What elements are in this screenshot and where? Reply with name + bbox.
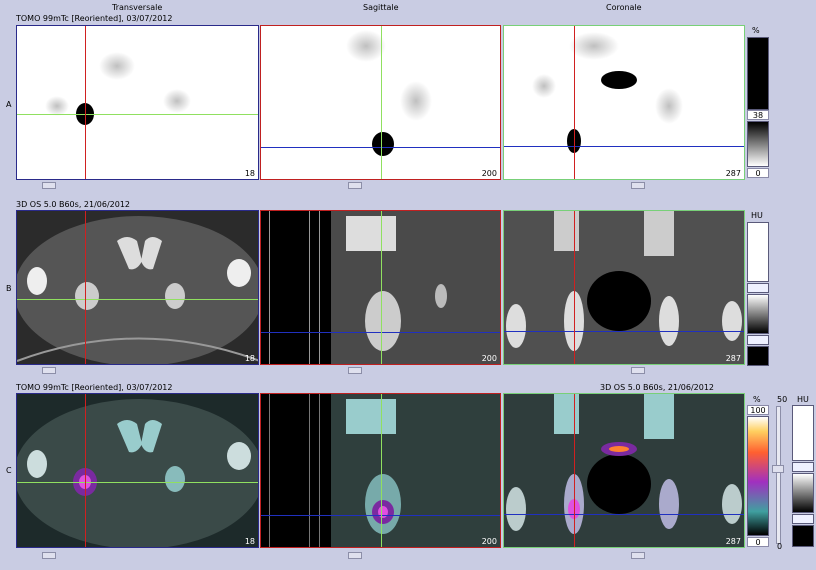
fusion-scale-min[interactable]: 0 — [747, 537, 769, 547]
pet-grayscale-bar[interactable] — [747, 121, 769, 167]
row-b-label: B — [6, 284, 12, 293]
row-a-caption: TOMO 99mTc [Reoriented], 03/07/2012 — [16, 14, 173, 23]
ct-transversal-image — [17, 216, 258, 364]
pet-scale-upper — [747, 37, 769, 110]
crosshair-vertical — [381, 211, 382, 364]
ct-sagittal-view[interactable]: 200 — [260, 210, 501, 365]
fusion-blend-value: 50 — [777, 395, 788, 404]
slice-number: 18 — [244, 169, 255, 178]
fusion-coronal-view[interactable]: 287 — [503, 393, 745, 548]
slice-slider-sagittal[interactable] — [348, 367, 362, 374]
fusion-blend-min: 0 — [777, 542, 783, 551]
fusion-transversal-view[interactable]: 18 — [16, 393, 259, 548]
slice-slider-sagittal[interactable] — [348, 552, 362, 559]
pet-transversal-view[interactable]: 18 — [16, 25, 259, 180]
ct-coronal-view[interactable]: 287 — [503, 210, 745, 365]
row-c-caption-right: 3D OS 5.0 B60s, 21/06/2012 — [600, 383, 715, 392]
ct-scale-unit: HU — [751, 211, 763, 220]
fusion-ct-scale-upper — [792, 405, 814, 461]
crosshair-horizontal — [17, 114, 258, 115]
slice-number: 287 — [725, 169, 741, 178]
crosshair-horizontal — [17, 482, 258, 483]
fusion-ct-window-top[interactable] — [792, 462, 814, 472]
crosshair-horizontal — [504, 146, 744, 147]
slice-slider-transversal[interactable] — [42, 182, 56, 189]
fusion-hu-unit: HU — [797, 395, 809, 404]
ct-window-bottom[interactable] — [747, 335, 769, 345]
slice-slider-coronal[interactable] — [631, 552, 645, 559]
fusion-transversal-image — [17, 399, 258, 547]
fusion-sagittal-view[interactable]: 200 — [260, 393, 501, 548]
slice-slider-coronal[interactable] — [631, 367, 645, 374]
fusion-blend-slider[interactable] — [772, 465, 784, 473]
view-title-sagittal: Sagittale — [363, 3, 399, 12]
crosshair-vertical — [381, 394, 382, 547]
fusion-ct-grayscale-bar[interactable] — [792, 473, 814, 513]
crosshair-vertical — [85, 26, 86, 179]
fusion-ct-window-bottom[interactable] — [792, 514, 814, 524]
pet-sagittal-view[interactable]: 200 — [260, 25, 501, 180]
ct-coronal-image — [504, 211, 744, 364]
pet-scale-max[interactable]: 38 — [747, 110, 769, 120]
view-title-transversal: Transversale — [112, 3, 163, 12]
crosshair-vertical — [85, 211, 86, 364]
crosshair-horizontal — [504, 514, 744, 515]
ct-scale-upper — [747, 222, 769, 282]
crosshair-horizontal — [504, 331, 744, 332]
fusion-color-bar[interactable] — [747, 416, 769, 536]
slice-slider-coronal[interactable] — [631, 182, 645, 189]
row-c-caption-left: TOMO 99mTc [Reoriented], 03/07/2012 — [16, 383, 173, 392]
slice-number: 200 — [481, 537, 497, 546]
slice-number: 287 — [725, 537, 741, 546]
slice-number: 18 — [244, 537, 255, 546]
pet-scale-min[interactable]: 0 — [747, 168, 769, 178]
crosshair-vertical — [574, 211, 575, 364]
ct-grayscale-bar[interactable] — [747, 294, 769, 334]
view-title-coronal: Coronale — [606, 3, 642, 12]
fusion-scale-max[interactable]: 100 — [747, 405, 769, 415]
pet-transversal-image — [45, 52, 191, 125]
slice-slider-sagittal[interactable] — [348, 182, 362, 189]
ct-window-top[interactable] — [747, 283, 769, 293]
fusion-coronal-image — [504, 394, 744, 547]
pet-scale-unit: % — [752, 26, 760, 35]
slice-number: 200 — [481, 169, 497, 178]
slice-slider-transversal[interactable] — [42, 367, 56, 374]
row-c-label: C — [6, 466, 12, 475]
pet-coronal-image — [532, 32, 683, 153]
slice-number: 287 — [725, 354, 741, 363]
fusion-ct-scale-lower — [792, 525, 814, 547]
slice-number: 18 — [244, 354, 255, 363]
slice-number: 200 — [481, 354, 497, 363]
crosshair-vertical — [574, 394, 575, 547]
fusion-scale-unit: % — [753, 395, 761, 404]
ct-scale-lower — [747, 346, 769, 366]
slice-slider-transversal[interactable] — [42, 552, 56, 559]
ct-transversal-view[interactable]: 18 — [16, 210, 259, 365]
crosshair-vertical — [85, 394, 86, 547]
crosshair-vertical — [381, 26, 382, 179]
row-b-caption: 3D OS 5.0 B60s, 21/06/2012 — [16, 200, 131, 209]
pet-coronal-view[interactable]: 287 — [503, 25, 745, 180]
crosshair-horizontal — [17, 299, 258, 300]
fusion-blend-track[interactable] — [776, 406, 781, 544]
crosshair-vertical — [574, 26, 575, 179]
row-a-label: A — [6, 100, 12, 109]
